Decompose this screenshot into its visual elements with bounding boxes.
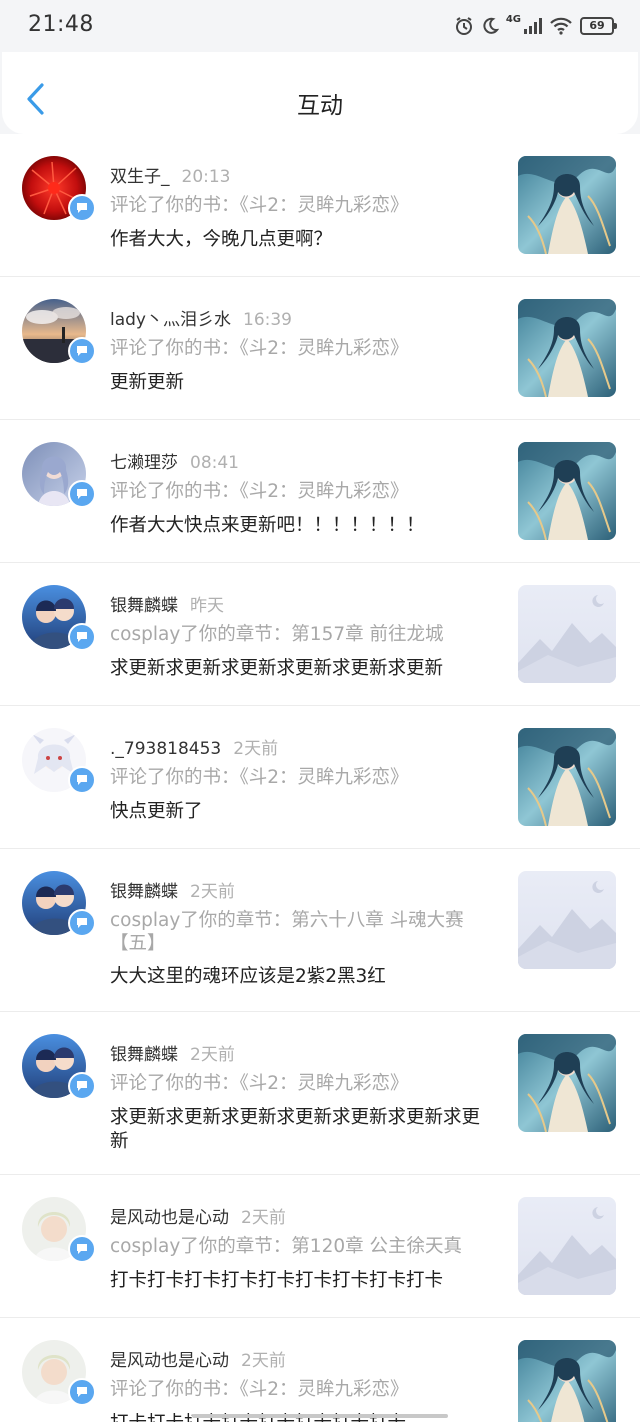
list-item[interactable]: 七濑理莎 08:41 评论了你的书：《斗2：灵眸九彩恋》 作者大大快点来更新吧！！… xyxy=(0,420,640,563)
action-text: 评论了你的书：《斗2：灵眸九彩恋》 xyxy=(110,1073,409,1094)
comment-text: 作者大大，今晚几点更啊？ xyxy=(110,229,333,250)
action-text: 评论了你的书：《斗2：灵眸九彩恋》 xyxy=(110,195,409,216)
book-cover-thumbnail[interactable] xyxy=(518,442,616,540)
header-card: 互动 xyxy=(2,52,638,134)
placeholder-thumbnail[interactable] xyxy=(518,871,616,969)
comment-text: 打卡打卡打卡打卡打卡打卡打卡打卡打卡 xyxy=(110,1270,444,1291)
username[interactable]: 七濑理莎 xyxy=(110,453,178,473)
comment-badge-icon xyxy=(68,194,96,222)
username[interactable]: lady丶灬泪彡水 xyxy=(110,310,231,330)
book-cover-thumbnail[interactable] xyxy=(518,299,616,397)
list-item[interactable]: 银舞麟蝶 昨天 cosplay了你的章节：第157章 前往龙城 求更新求更新求更新… xyxy=(0,563,640,706)
comment-badge-icon xyxy=(68,766,96,794)
book-cover-thumbnail[interactable] xyxy=(518,156,616,254)
comment-badge-icon xyxy=(68,909,96,937)
username[interactable]: 银舞麟蝶 xyxy=(110,882,178,902)
avatar[interactable] xyxy=(22,585,96,651)
book-cover-thumbnail[interactable] xyxy=(518,1340,616,1422)
list-item[interactable]: 银舞麟蝶 2天前 评论了你的书：《斗2：灵眸九彩恋》 求更新求更新求更新求更新求更… xyxy=(0,1012,640,1175)
comment-text: 快点更新了 xyxy=(110,801,203,822)
comment-badge-icon xyxy=(68,1072,96,1100)
list-item[interactable]: 双生子_ 20:13 评论了你的书：《斗2：灵眸九彩恋》 作者大大，今晚几点更啊？ xyxy=(0,134,640,277)
interaction-list: 双生子_ 20:13 评论了你的书：《斗2：灵眸九彩恋》 作者大大，今晚几点更啊？… xyxy=(0,134,640,1422)
username[interactable]: 银舞麟蝶 xyxy=(110,596,178,616)
timestamp: 16:39 xyxy=(243,310,292,330)
username[interactable]: 是风动也是心动 xyxy=(110,1351,229,1371)
book-cover-thumbnail[interactable] xyxy=(518,1034,616,1132)
moon-icon xyxy=(483,17,499,34)
home-indicator[interactable] xyxy=(192,1414,448,1418)
timestamp: 2天前 xyxy=(190,882,235,902)
page-title: 互动 xyxy=(297,93,343,119)
avatar[interactable] xyxy=(22,299,96,365)
timestamp: 08:41 xyxy=(190,453,239,473)
action-text: cosplay了你的章节：第157章 前往龙城 xyxy=(110,624,444,645)
status-bar: 21:48 4G 69 xyxy=(0,0,640,52)
username[interactable]: 双生子_ xyxy=(110,167,170,187)
placeholder-thumbnail[interactable] xyxy=(518,585,616,683)
avatar[interactable] xyxy=(22,442,96,508)
comment-badge-icon xyxy=(68,623,96,651)
status-icons: 4G 69 xyxy=(454,13,617,38)
header: 互动 xyxy=(0,52,640,134)
comment-badge-icon xyxy=(68,337,96,365)
comment-badge-icon xyxy=(68,480,96,508)
timestamp: 2天前 xyxy=(233,739,279,759)
comment-text: 更新更新 xyxy=(110,372,185,393)
timestamp: 2天前 xyxy=(241,1208,286,1228)
username[interactable]: 银舞麟蝶 xyxy=(110,1045,178,1065)
username[interactable]: ._793818453 xyxy=(110,739,221,759)
action-text: 评论了你的书：《斗2：灵眸九彩恋》 xyxy=(110,767,409,788)
alarm-icon xyxy=(455,17,472,35)
timestamp: 昨天 xyxy=(190,596,224,616)
status-time: 21:48 xyxy=(28,12,94,37)
wifi-icon xyxy=(550,17,572,35)
battery-level: 69 xyxy=(589,19,605,32)
username[interactable]: 是风动也是心动 xyxy=(110,1208,229,1228)
comment-badge-icon xyxy=(68,1378,96,1406)
avatar[interactable] xyxy=(22,1340,96,1406)
action-text: cosplay了你的章节：第120章 公主徐天真 xyxy=(110,1236,462,1257)
comment-badge-icon xyxy=(68,1235,96,1263)
action-text: cosplay了你的章节：第六十八章 斗魂大赛【五】 xyxy=(110,910,464,954)
avatar[interactable] xyxy=(22,156,96,222)
action-text: 评论了你的书：《斗2：灵眸九彩恋》 xyxy=(110,1379,409,1400)
avatar[interactable] xyxy=(22,871,96,937)
timestamp: 2天前 xyxy=(241,1351,286,1371)
timestamp: 2天前 xyxy=(190,1045,235,1065)
list-item[interactable]: 银舞麟蝶 2天前 cosplay了你的章节：第六十八章 斗魂大赛【五】 大大这里的… xyxy=(0,849,640,1012)
comment-text: 求更新求更新求更新求更新求更新求更新求更新 xyxy=(110,1107,481,1152)
avatar[interactable] xyxy=(22,1197,96,1263)
action-text: 评论了你的书：《斗2：灵眸九彩恋》 xyxy=(110,338,409,359)
list-item[interactable]: 是风动也是心动2天前 评论了你的书：《斗2：灵眸九彩恋》 打卡打卡打卡打卡打卡打… xyxy=(0,1318,640,1422)
placeholder-thumbnail[interactable] xyxy=(518,1197,616,1295)
list-item[interactable]: ._793818453 2天前 评论了你的书：《斗2：灵眸九彩恋》 快点更新了 xyxy=(0,706,640,849)
avatar[interactable] xyxy=(22,728,96,794)
timestamp: 20:13 xyxy=(181,167,231,187)
battery-icon: 69 xyxy=(580,17,617,35)
network-label: 4G xyxy=(505,13,521,25)
book-cover-thumbnail[interactable] xyxy=(518,728,616,826)
comment-text: 大大这里的魂环应该是2紫2黑3红 xyxy=(110,966,386,987)
signal-icon xyxy=(524,18,542,34)
action-text: 评论了你的书：《斗2：灵眸九彩恋》 xyxy=(110,481,409,502)
list-item[interactable]: lady丶灬泪彡水 16:39 评论了你的书：《斗2：灵眸九彩恋》 更新更新 xyxy=(0,277,640,420)
comment-text: 求更新求更新求更新求更新求更新求更新 xyxy=(110,658,444,679)
avatar[interactable] xyxy=(22,1034,96,1100)
comment-text: 作者大大快点来更新吧！！！！！！！ xyxy=(110,515,425,536)
list-item[interactable]: 是风动也是心动 2天前 cosplay了你的章节：第120章 公主徐天真 打卡打卡… xyxy=(0,1175,640,1318)
